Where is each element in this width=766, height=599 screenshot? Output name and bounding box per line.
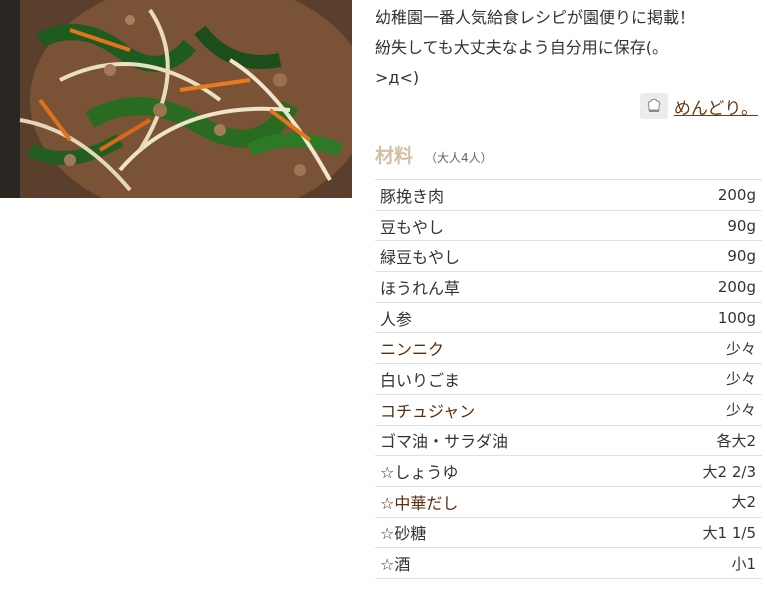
ingredient-quantity: 少々 <box>725 370 756 389</box>
ingredient-name: 豆もやし <box>380 217 445 237</box>
author-name[interactable]: めんどり。 <box>674 94 758 119</box>
ingredient-quantity: 100g <box>717 308 756 327</box>
ingredient-row: 豚挽き肉 200g <box>375 180 762 211</box>
ingredients-header: 材料 （大人4人） <box>375 141 493 168</box>
ingredient-quantity: 90g <box>727 247 756 266</box>
ingredient-quantity: 200g <box>717 277 756 296</box>
ingredient-quantity: 大2 <box>731 493 756 512</box>
recipe-photo-image <box>0 0 352 198</box>
ingredient-row: 豆もやし 90g <box>375 211 762 242</box>
ingredient-name: ゴマ油・サラダ油 <box>380 432 509 452</box>
ingredient-row: ☆しょうゆ 大2 2/3 <box>375 456 762 487</box>
ingredient-name: ほうれん草 <box>380 278 461 298</box>
ingredient-name: 緑豆もやし <box>380 248 461 268</box>
ingredient-row: 人参 100g <box>375 303 762 334</box>
ingredient-name: 白いりごま <box>380 370 461 390</box>
ingredient-name: ☆酒 <box>380 555 411 575</box>
ingredient-quantity: 少々 <box>725 339 756 358</box>
ingredients-title: 材料 <box>375 145 414 167</box>
ingredient-name: ☆しょうゆ <box>380 463 459 483</box>
recipe-description: 幼稚園一番人気給食レシピが園便りに掲載！ 紛失しても大丈夫なよう自分用に保存(。… <box>375 8 696 87</box>
ingredient-row: 緑豆もやし 90g <box>375 241 762 273</box>
ingredient-row: ゴマ油・サラダ油 各大2 <box>375 426 762 457</box>
ingredient-quantity: 大1 1/5 <box>702 523 756 542</box>
ingredient-name: 豚挽き肉 <box>380 186 445 206</box>
ingredient-row: 白いりごま 少々 <box>375 364 762 395</box>
chef-avatar-icon[interactable] <box>639 93 668 119</box>
ingredients-serving: （大人4人） <box>425 151 493 165</box>
ingredient-quantity: 200g <box>717 185 756 204</box>
ingredient-row: コチュジャン 少々 <box>375 395 762 426</box>
ingredient-name-link[interactable]: ニンニク <box>380 336 444 360</box>
recipe-photo[interactable] <box>0 0 352 198</box>
ingredient-name-link[interactable]: ☆中華だし <box>380 490 458 514</box>
ingredient-quantity: 各大2 <box>716 431 756 450</box>
ingredient-row: ☆中華だし 大2 <box>375 487 762 518</box>
ingredient-row: ほうれん草 200g <box>375 272 762 303</box>
ingredient-name-link[interactable]: コチュジャン <box>380 398 475 422</box>
ingredient-row: ☆酒 小1 <box>375 548 762 579</box>
ingredient-quantity: 少々 <box>725 401 756 420</box>
ingredient-row: ニンニク 少々 <box>375 333 762 365</box>
ingredient-quantity: 大2 2/3 <box>702 462 756 481</box>
ingredients-list: 豚挽き肉 200g 豆もやし 90g 緑豆もやし 90g ほうれん草 200g 人参 100g ニン… <box>375 179 762 579</box>
ingredient-quantity: 小1 <box>731 554 756 573</box>
author-link[interactable]: めんどり。 <box>639 90 758 122</box>
ingredient-quantity: 90g <box>727 216 756 235</box>
ingredient-name: 人参 <box>380 309 413 329</box>
ingredient-name: ☆砂糖 <box>380 524 427 544</box>
ingredient-row: ☆砂糖 大1 1/5 <box>375 518 762 549</box>
